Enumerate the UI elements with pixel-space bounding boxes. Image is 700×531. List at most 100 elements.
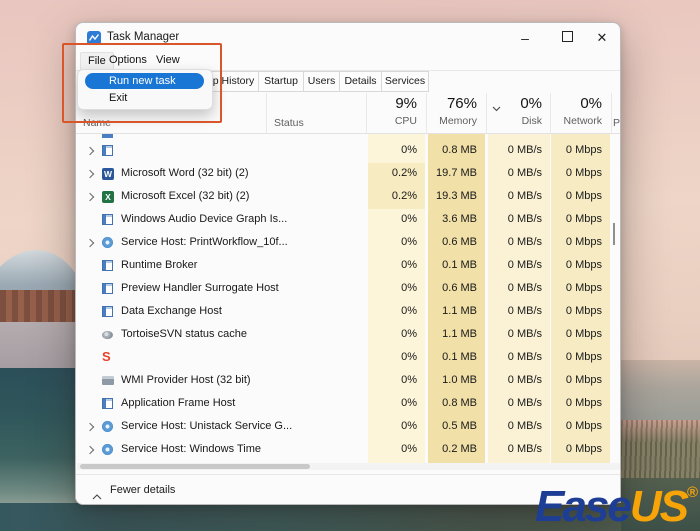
table-row[interactable]: WMI Provider Host (32 bit)0%1.0 MB0 MB/s… bbox=[76, 370, 621, 393]
app-window-icon bbox=[102, 283, 113, 294]
row-list: 0%0.8 MB0 MB/s0 MbpsWMicrosoft Word (32 … bbox=[76, 140, 621, 462]
app-window-icon bbox=[102, 260, 113, 271]
memory-cell: 1.1 MB bbox=[428, 301, 485, 324]
column-separator bbox=[486, 93, 487, 134]
column-separator bbox=[426, 93, 427, 134]
tortoise-icon bbox=[102, 331, 113, 339]
window-title: Task Manager bbox=[107, 31, 179, 43]
cpu-cell: 0% bbox=[368, 278, 425, 301]
network-cell: 0 Mbps bbox=[551, 278, 610, 301]
table-row[interactable]: 0%0.8 MB0 MB/s0 Mbps bbox=[76, 140, 621, 163]
column-separator bbox=[266, 93, 267, 134]
network-cell: 0 Mbps bbox=[551, 255, 610, 278]
maximize-icon bbox=[562, 31, 573, 42]
table-row[interactable]: WMicrosoft Word (32 bit) (2)0.2%19.7 MB0… bbox=[76, 163, 621, 186]
app-window-icon bbox=[102, 214, 113, 225]
network-cell: 0 Mbps bbox=[551, 186, 610, 209]
table-row[interactable]: Service Host: Windows Time 0%0.2 MB0 MB/s… bbox=[76, 439, 621, 462]
memory-cell: 0.5 MB bbox=[428, 416, 485, 439]
wallpaper-slope bbox=[0, 322, 80, 372]
cpu-cell: 0% bbox=[368, 324, 425, 347]
memory-cell: 0.6 MB bbox=[428, 232, 485, 255]
cpu-cell: 0% bbox=[368, 370, 425, 393]
table-row[interactable]: Service Host: Unistack Service G... 0%0.5… bbox=[76, 416, 621, 439]
annotation-highlight-rect bbox=[62, 43, 222, 123]
disk-cell: 0 MB/s bbox=[488, 439, 550, 462]
cpu-cell: 0% bbox=[368, 232, 425, 255]
network-cell: 0 Mbps bbox=[551, 140, 610, 163]
expand-chevron-icon[interactable] bbox=[86, 147, 94, 155]
disk-cell: 0 MB/s bbox=[488, 209, 550, 232]
tab-details[interactable]: Details bbox=[339, 71, 382, 92]
expand-chevron-icon[interactable] bbox=[86, 193, 94, 201]
process-name: Service Host: Windows Time bbox=[121, 443, 261, 455]
column-header-status[interactable]: Status bbox=[274, 117, 304, 129]
table-row[interactable]: S0%0.1 MB0 MB/s0 Mbps bbox=[76, 347, 621, 370]
process-name: Data Exchange Host bbox=[121, 305, 222, 317]
cpu-cell: 0.2% bbox=[368, 186, 425, 209]
network-cell: 0 Mbps bbox=[551, 209, 610, 232]
cpu-cell: 0% bbox=[368, 393, 425, 416]
disk-cell: 0 MB/s bbox=[488, 301, 550, 324]
memory-cell: 19.3 MB bbox=[428, 186, 485, 209]
table-row[interactable]: Windows Audio Device Graph Is...0%3.6 MB… bbox=[76, 209, 621, 232]
memory-cell: 0.2 MB bbox=[428, 439, 485, 462]
column-separator bbox=[366, 93, 367, 134]
cpu-cell: 0% bbox=[368, 301, 425, 324]
table-row[interactable]: Application Frame Host0%0.8 MB0 MB/s0 Mb… bbox=[76, 393, 621, 416]
network-cell: 0 Mbps bbox=[551, 232, 610, 255]
memory-cell: 0.6 MB bbox=[428, 278, 485, 301]
table-row[interactable]: Data Exchange Host 0%1.1 MB0 MB/s0 Mbps bbox=[76, 301, 621, 324]
tab-startup[interactable]: Startup bbox=[258, 71, 304, 92]
vertical-scrollbar-thumb[interactable] bbox=[613, 223, 615, 245]
memory-cell: 0.1 MB bbox=[428, 347, 485, 370]
fewer-details-toggle[interactable]: Fewer details bbox=[110, 484, 175, 496]
cpu-cell: 0% bbox=[368, 209, 425, 232]
expand-chevron-icon[interactable] bbox=[86, 239, 94, 247]
table-row[interactable]: XMicrosoft Excel (32 bit) (2)0.2%19.3 MB… bbox=[76, 186, 621, 209]
memory-cell: 1.1 MB bbox=[428, 324, 485, 347]
network-cell: 0 Mbps bbox=[551, 324, 610, 347]
column-header-cpu[interactable]: 9% CPU bbox=[368, 94, 425, 133]
process-name: Runtime Broker bbox=[121, 259, 197, 271]
close-button[interactable]: ✕ bbox=[585, 23, 619, 53]
table-row[interactable]: Preview Handler Surrogate Host0%0.6 MB0 … bbox=[76, 278, 621, 301]
expand-chevron-icon[interactable] bbox=[86, 446, 94, 454]
gear-icon bbox=[102, 444, 113, 455]
minimize-button[interactable]: – bbox=[508, 23, 542, 53]
cpu-cell: 0% bbox=[368, 416, 425, 439]
disk-cell: 0 MB/s bbox=[488, 324, 550, 347]
column-separator bbox=[611, 93, 612, 134]
memory-cell: 0.1 MB bbox=[428, 255, 485, 278]
table-row[interactable]: TortoiseSVN status cache0%1.1 MB0 MB/s0 … bbox=[76, 324, 621, 347]
wallpaper-haze bbox=[621, 360, 700, 424]
column-header-memory[interactable]: 76% Memory bbox=[428, 94, 485, 133]
memory-cell: 0.8 MB bbox=[428, 393, 485, 416]
tab-users[interactable]: Users bbox=[303, 71, 340, 92]
expand-chevron-icon[interactable] bbox=[86, 170, 94, 178]
wallpaper-trees bbox=[0, 290, 80, 326]
cpu-cell: 0% bbox=[368, 347, 425, 370]
process-table: 0%0.8 MB0 MB/s0 MbpsWMicrosoft Word (32 … bbox=[76, 134, 621, 463]
network-cell: 0 Mbps bbox=[551, 439, 610, 462]
gear-icon bbox=[102, 237, 113, 248]
table-row[interactable]: Service Host: PrintWorkflow_10f...0%0.6 … bbox=[76, 232, 621, 255]
expand-chevron-icon[interactable] bbox=[86, 423, 94, 431]
process-name: Service Host: Unistack Service G... bbox=[121, 420, 292, 432]
process-name: WMI Provider Host (32 bit) bbox=[121, 374, 251, 386]
network-cell: 0 Mbps bbox=[551, 370, 610, 393]
disk-cell: 0 MB/s bbox=[488, 393, 550, 416]
process-name: Application Frame Host bbox=[121, 397, 235, 409]
maximize-button[interactable] bbox=[550, 23, 584, 53]
network-cell: 0 Mbps bbox=[551, 301, 610, 324]
disk-cell: 0 MB/s bbox=[488, 186, 550, 209]
column-header-network[interactable]: 0% Network bbox=[551, 94, 610, 133]
cpu-cell: 0% bbox=[368, 439, 425, 462]
horizontal-scrollbar-thumb[interactable] bbox=[80, 464, 310, 469]
disk-cell: 0 MB/s bbox=[488, 163, 550, 186]
tab-services[interactable]: Services bbox=[381, 71, 429, 92]
chevron-up-icon bbox=[92, 487, 102, 505]
column-header-power-partial: Po bbox=[613, 117, 621, 129]
table-row[interactable]: Runtime Broker0%0.1 MB0 MB/s0 Mbps bbox=[76, 255, 621, 278]
disk-cell: 0 MB/s bbox=[488, 347, 550, 370]
